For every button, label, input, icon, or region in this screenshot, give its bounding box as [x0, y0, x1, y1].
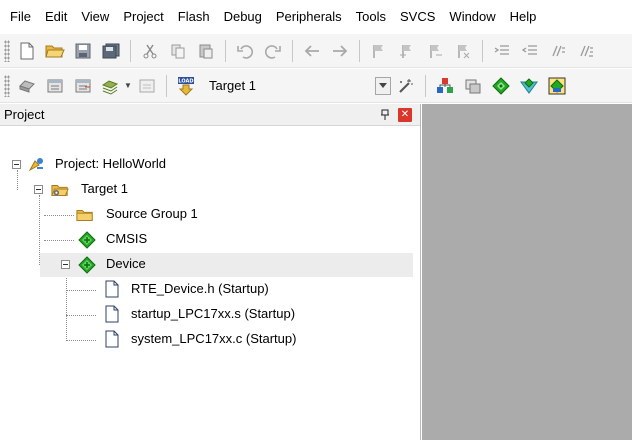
nav-forward-icon[interactable] [329, 40, 351, 62]
menu-file[interactable]: File [0, 0, 38, 34]
load-badge: LOAD [178, 78, 193, 84]
folder-icon [76, 206, 94, 224]
toolbar-separator [482, 39, 483, 62]
target-select[interactable]: Target 1 [204, 74, 392, 98]
toolbar-separator [225, 39, 226, 62]
project-icon [27, 156, 45, 174]
unindent-icon[interactable] [519, 40, 541, 62]
toolbar-grip[interactable] [4, 74, 10, 97]
paste-icon[interactable] [195, 40, 217, 62]
project-panel-title: Project [4, 107, 45, 122]
tree-file-label[interactable]: startup_LPC17xx.s (Startup) [131, 306, 295, 321]
tree-file-label[interactable]: RTE_Device.h (Startup) [131, 281, 269, 296]
toolbar-separator [130, 39, 131, 62]
pack-installer-icon[interactable] [546, 75, 568, 97]
tree-file-label[interactable]: system_LPC17xx.c (Startup) [131, 331, 296, 346]
build-toolbar: ▼ LOAD Target 1 [0, 69, 632, 103]
copy-icon[interactable] [167, 40, 189, 62]
comment-icon[interactable] [547, 40, 569, 62]
menu-flash[interactable]: Flash [171, 0, 217, 34]
tree-project-label[interactable]: Project: HelloWorld [55, 156, 166, 171]
indent-icon[interactable] [491, 40, 513, 62]
project-panel: Project ✕ Project: HelloWorld Target 1 S… [0, 104, 421, 440]
pin-icon[interactable] [378, 108, 392, 122]
redo-icon[interactable] [262, 40, 284, 62]
prev-bookmark-icon[interactable] [396, 40, 418, 62]
new-file-icon[interactable] [16, 40, 38, 62]
project-collapse-toggle[interactable] [12, 160, 21, 169]
menu-project[interactable]: Project [116, 0, 170, 34]
rte-component-icon [78, 231, 96, 249]
file-icon [103, 280, 121, 298]
device-collapse-toggle[interactable] [61, 260, 70, 269]
clear-bookmarks-icon[interactable] [452, 40, 474, 62]
translate-icon[interactable] [16, 75, 38, 97]
file-icon [103, 305, 121, 323]
select-pack-icon[interactable] [518, 75, 540, 97]
target-collapse-toggle[interactable] [34, 185, 43, 194]
tree-target-label[interactable]: Target 1 [81, 181, 128, 196]
file-icon [103, 330, 121, 348]
target-folder-icon [51, 181, 69, 199]
batch-build-icon[interactable] [100, 75, 122, 97]
project-panel-header: Project ✕ [0, 104, 420, 126]
file-toolbar [0, 34, 632, 68]
manage-rte-icon[interactable] [490, 75, 512, 97]
next-bookmark-icon[interactable] [424, 40, 446, 62]
menu-svcs[interactable]: SVCS [393, 0, 442, 34]
save-all-icon[interactable] [100, 40, 122, 62]
menu-view[interactable]: View [74, 0, 116, 34]
target-options-icon[interactable] [395, 75, 417, 97]
tree-source-group-label[interactable]: Source Group 1 [106, 206, 198, 221]
save-icon[interactable] [72, 40, 94, 62]
undo-icon[interactable] [234, 40, 256, 62]
nav-back-icon[interactable] [301, 40, 323, 62]
chevron-down-icon[interactable] [375, 76, 391, 95]
close-icon[interactable]: ✕ [398, 107, 412, 122]
stop-build-icon[interactable] [136, 75, 158, 97]
menu-peripherals[interactable]: Peripherals [269, 0, 349, 34]
build-icon[interactable] [44, 75, 66, 97]
tree-device-label[interactable]: Device [106, 256, 146, 271]
toolbar-separator [359, 39, 360, 62]
menu-bar: File Edit View Project Flash Debug Perip… [0, 0, 632, 34]
menu-window[interactable]: Window [442, 0, 502, 34]
toolbar-separator [166, 74, 167, 97]
rebuild-icon[interactable] [72, 75, 94, 97]
bookmark-icon[interactable] [368, 40, 390, 62]
download-icon[interactable]: LOAD [175, 75, 197, 97]
cut-icon[interactable] [139, 40, 161, 62]
target-select-value: Target 1 [209, 78, 256, 93]
rte-component-icon [78, 256, 96, 274]
manage-books-icon[interactable] [462, 75, 484, 97]
uncomment-icon[interactable] [575, 40, 597, 62]
toolbar-separator [292, 39, 293, 62]
chevron-down-icon[interactable]: ▼ [123, 75, 133, 97]
toolbar-separator [425, 74, 426, 97]
menu-tools[interactable]: Tools [349, 0, 393, 34]
menu-debug[interactable]: Debug [217, 0, 269, 34]
menu-edit[interactable]: Edit [38, 0, 74, 34]
toolbar-grip[interactable] [4, 39, 10, 62]
open-folder-icon[interactable] [44, 40, 66, 62]
editor-area[interactable] [422, 104, 632, 440]
file-extensions-icon[interactable] [434, 75, 456, 97]
tree-cmsis-label[interactable]: CMSIS [106, 231, 147, 246]
menu-help[interactable]: Help [503, 0, 544, 34]
